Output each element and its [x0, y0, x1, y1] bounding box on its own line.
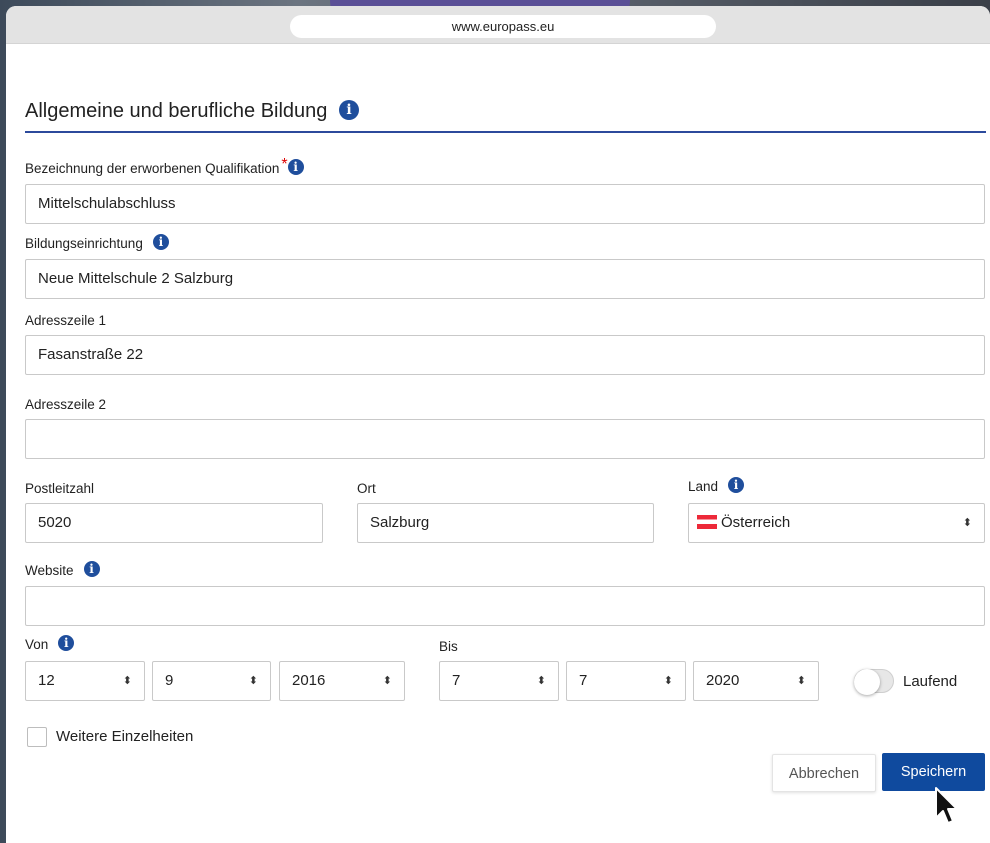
- from-year-select[interactable]: 2016 ⬍: [279, 661, 405, 701]
- to-month-select[interactable]: 7 ⬍: [566, 661, 686, 701]
- ongoing-label: Laufend: [903, 673, 958, 690]
- mouse-cursor-icon: [935, 787, 958, 824]
- postcode-input[interactable]: 5020: [25, 503, 323, 543]
- to-year-select[interactable]: 2020 ⬍: [693, 661, 819, 701]
- info-icon[interactable]: i: [152, 234, 169, 251]
- info-icon[interactable]: i: [338, 99, 359, 120]
- url-bar[interactable]: www.europass.eu: [290, 15, 716, 38]
- select-arrows-icon: ⬍: [536, 675, 546, 687]
- from-label: Von i: [25, 635, 75, 653]
- toggle-knob: [854, 669, 880, 695]
- address1-label: Adresszeile 1: [25, 313, 107, 328]
- select-arrows-icon: ⬍: [122, 675, 132, 687]
- browser-titlebar: www.europass.eu: [6, 6, 990, 44]
- section-title: Allgemeine und berufliche Bildung: [25, 100, 328, 122]
- section-heading: Allgemeine und berufliche Bildung i: [25, 99, 986, 133]
- institution-label: Bildungseinrichtung i: [25, 234, 169, 252]
- ongoing-toggle[interactable]: [854, 669, 894, 695]
- from-day-select[interactable]: 12 ⬍: [25, 661, 145, 701]
- select-arrows-icon: ⬍: [663, 675, 673, 687]
- cancel-button[interactable]: Abbrechen: [772, 754, 876, 792]
- to-day-select[interactable]: 7 ⬍: [439, 661, 559, 701]
- select-arrows-icon: ⬍: [962, 517, 972, 529]
- country-label: Land i: [688, 477, 745, 495]
- info-icon[interactable]: i: [83, 561, 100, 578]
- to-label: Bis: [439, 639, 458, 654]
- postcode-label: Postleitzahl: [25, 481, 95, 496]
- select-arrows-icon: ⬍: [248, 675, 258, 687]
- city-label: Ort: [357, 481, 376, 496]
- qualification-label: Bezeichnung der erworbenen Qualifikation…: [25, 156, 304, 178]
- austria-flag-icon: [697, 515, 717, 530]
- info-icon[interactable]: i: [58, 635, 75, 652]
- website-input[interactable]: [25, 586, 985, 626]
- address2-input[interactable]: [25, 419, 985, 459]
- address2-label: Adresszeile 2: [25, 397, 107, 412]
- required-asterisk: *: [281, 156, 288, 173]
- institution-input[interactable]: Neue Mittelschule 2 Salzburg: [25, 259, 985, 299]
- more-details-checkbox[interactable]: [27, 727, 47, 747]
- city-input[interactable]: Salzburg: [357, 503, 654, 543]
- select-arrows-icon: ⬍: [382, 675, 392, 687]
- info-icon[interactable]: i: [728, 477, 745, 494]
- country-select[interactable]: Österreich ⬍: [688, 503, 985, 543]
- more-details-label: Weitere Einzelheiten: [56, 728, 194, 745]
- address1-input[interactable]: Fasanstraße 22: [25, 335, 985, 375]
- from-month-select[interactable]: 9 ⬍: [152, 661, 271, 701]
- website-label: Website i: [25, 561, 100, 579]
- select-arrows-icon: ⬍: [796, 675, 806, 687]
- info-icon[interactable]: i: [287, 159, 304, 176]
- browser-window: www.europass.eu Allgemeine und beruflich…: [6, 6, 990, 843]
- qualification-input[interactable]: Mittelschulabschluss: [25, 184, 985, 224]
